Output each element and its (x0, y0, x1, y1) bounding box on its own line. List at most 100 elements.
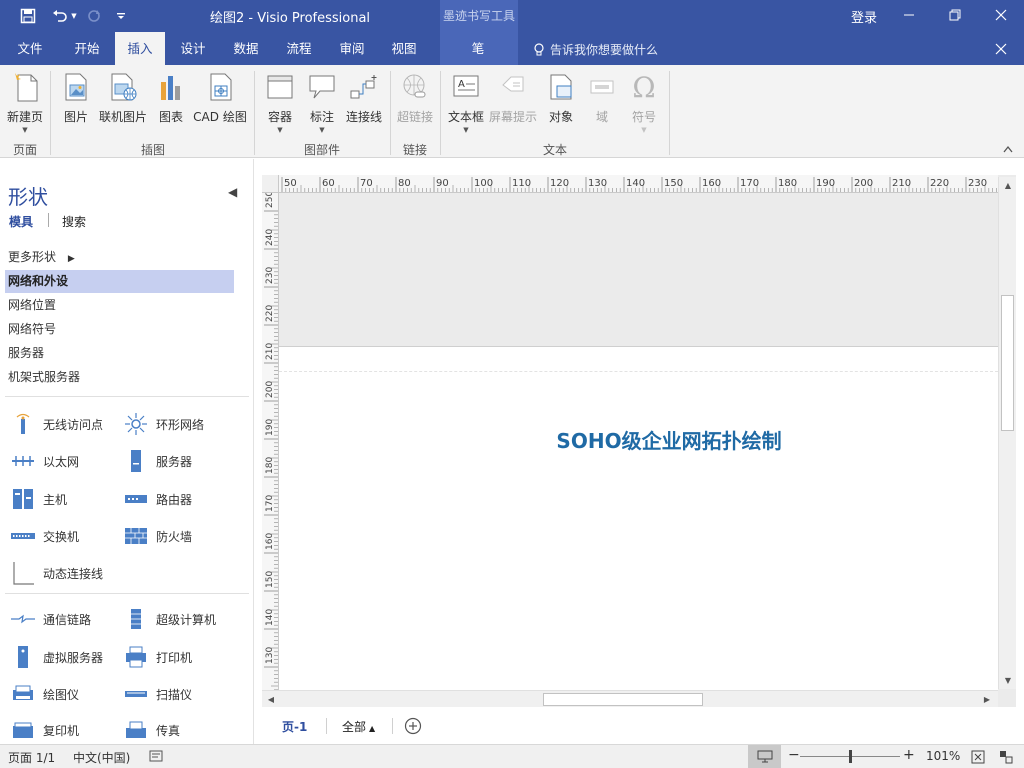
container-button[interactable]: 容器 ▼ (262, 70, 298, 134)
switch-windows-icon[interactable] (999, 750, 1013, 767)
vertical-scroll-thumb[interactable] (1001, 295, 1014, 431)
shape-item[interactable]: 主机 (9, 484, 67, 514)
chart-button[interactable]: 图表 (155, 70, 187, 132)
shape-item[interactable]: 服务器 (122, 446, 192, 476)
add-page-icon[interactable] (404, 717, 422, 738)
shape-item[interactable]: 通信链路 (9, 604, 91, 634)
tab-page-1[interactable]: 页-1 (282, 718, 307, 735)
language-status[interactable]: 中文(中国) (73, 749, 130, 766)
shape-item[interactable]: 复印机 (9, 715, 79, 744)
supercomputer-icon (122, 606, 150, 632)
stencil-item[interactable]: 服务器 (5, 342, 234, 365)
shape-item[interactable]: 防火墙 (122, 521, 192, 551)
presentation-mode-icon[interactable] (748, 745, 781, 768)
zoom-out-icon[interactable]: − (788, 747, 800, 763)
tab-file[interactable]: 文件 (8, 32, 52, 65)
picture-button[interactable]: 图片 (58, 70, 94, 132)
scroll-down-icon[interactable]: ▼ (1001, 673, 1015, 687)
tab-view[interactable]: 视图 (381, 32, 427, 65)
customize-toolbar-icon[interactable] (110, 6, 132, 26)
shape-item[interactable]: 动态连接线 (9, 558, 103, 588)
stencil-item[interactable]: 机架式服务器 (5, 366, 234, 389)
scroll-up-icon[interactable]: ▲ (1001, 178, 1015, 192)
login-link[interactable]: 登录 (851, 7, 877, 26)
shape-item[interactable]: 打印机 (122, 642, 192, 672)
all-pages-button[interactable]: 全部 ▲ (342, 718, 375, 735)
drawing-page[interactable]: SOHO级企业网拓扑绘制 (279, 346, 998, 690)
collapse-ribbon-icon[interactable] (1002, 143, 1016, 155)
restore-icon[interactable] (943, 4, 967, 26)
close-window-icon[interactable] (989, 4, 1013, 26)
tab-home[interactable]: 开始 (64, 32, 110, 65)
scroll-right-icon[interactable]: ▶ (980, 692, 994, 706)
undo-icon[interactable] (49, 6, 71, 26)
stencil-item[interactable]: 网络和外设 (5, 270, 234, 293)
hyperlink-button[interactable]: 超链接 (395, 70, 435, 132)
zoom-level[interactable]: 101% (926, 749, 960, 763)
object-button[interactable]: 对象 (543, 70, 579, 132)
symbol-button[interactable]: Ω 符号 ▼ (626, 70, 662, 134)
shape-item[interactable]: 扫描仪 (122, 679, 192, 709)
page-title-text[interactable]: SOHO级企业网拓扑绘制 (279, 425, 1024, 454)
tell-me-box[interactable]: 告诉我你想要做什么 (533, 41, 658, 58)
save-icon[interactable] (17, 6, 39, 26)
v-ruler-label: 240 (265, 229, 275, 246)
stencil-item[interactable]: 网络符号 (5, 318, 234, 341)
v-ruler-label: 200 (265, 381, 275, 398)
more-shapes-item[interactable]: 更多形状 ▶ (5, 246, 234, 269)
stencil-item[interactable]: 网络位置 (5, 294, 234, 317)
shape-item[interactable]: 虚拟服务器 (9, 642, 103, 672)
cad-drawing-button[interactable]: CAD 绘图 (192, 70, 248, 132)
textbox-button[interactable]: A 文本框 ▼ (446, 70, 486, 134)
tab-pen[interactable]: 笔 (455, 32, 501, 65)
minimize-icon[interactable] (897, 4, 921, 26)
tab-review[interactable]: 审阅 (329, 32, 375, 65)
fit-page-icon[interactable] (971, 750, 985, 767)
horizontal-scroll-thumb[interactable] (543, 693, 703, 706)
field-button[interactable]: 域 (585, 70, 619, 132)
tab-design[interactable]: 设计 (170, 32, 216, 65)
scroll-left-icon[interactable]: ◀ (264, 692, 278, 706)
horizontal-scrollbar[interactable]: ◀ ▶ (262, 690, 998, 707)
macro-recording-icon[interactable] (149, 750, 163, 765)
h-ruler-label: 60 (322, 178, 335, 189)
shape-item[interactable]: 无线访问点 (9, 409, 103, 439)
callout-button[interactable]: 标注 ▼ (304, 70, 340, 134)
zoom-in-icon[interactable]: + (903, 747, 915, 763)
online-picture-button[interactable]: 联机图片 (97, 70, 149, 132)
redo-icon[interactable] (83, 6, 105, 26)
shape-item[interactable]: 路由器 (122, 484, 192, 514)
page-count[interactable]: 页面 1/1 (8, 749, 55, 766)
v-ruler-label: 150 (265, 571, 275, 588)
shape-item[interactable]: 环形网络 (122, 409, 204, 439)
v-ruler-label: 170 (265, 495, 275, 512)
vertical-scrollbar[interactable]: ▲ ▼ (998, 177, 1016, 689)
screentip-button[interactable]: 屏幕提示 (488, 70, 538, 132)
h-ruler-label: 230 (968, 178, 987, 189)
tab-search[interactable]: 搜索 (62, 213, 86, 230)
connector-button[interactable]: 连接线 (344, 70, 384, 132)
tab-process[interactable]: 流程 (276, 32, 322, 65)
shape-item[interactable]: 传真 (122, 715, 180, 744)
window-title: 绘图2 - Visio Professional (210, 11, 371, 26)
collapse-pane-icon[interactable]: ◀ (228, 185, 237, 199)
comm-link-icon (9, 606, 37, 632)
ruler-corner (262, 175, 279, 193)
chevron-right-icon: ▶ (67, 254, 75, 264)
textbox-icon: A (446, 70, 486, 104)
mainframe-icon (9, 486, 37, 512)
undo-dropdown-icon[interactable]: ▼ (69, 6, 79, 26)
shape-item[interactable]: 超级计算机 (122, 604, 216, 634)
tab-stencils[interactable]: 模具 (9, 213, 33, 230)
shape-item[interactable]: 绘图仪 (9, 679, 79, 709)
tab-insert[interactable]: 插入 (115, 32, 165, 65)
h-ruler-label: 120 (550, 178, 569, 189)
page-guide-line (279, 371, 998, 372)
close-icon[interactable] (990, 38, 1012, 60)
shape-item[interactable]: 以太网 (9, 446, 79, 476)
tab-data[interactable]: 数据 (223, 32, 269, 65)
shape-item[interactable]: 交换机 (9, 521, 79, 551)
switch-icon (9, 523, 37, 549)
new-page-button[interactable]: 新建页 ▼ (4, 70, 46, 134)
zoom-slider-thumb[interactable] (849, 750, 853, 763)
